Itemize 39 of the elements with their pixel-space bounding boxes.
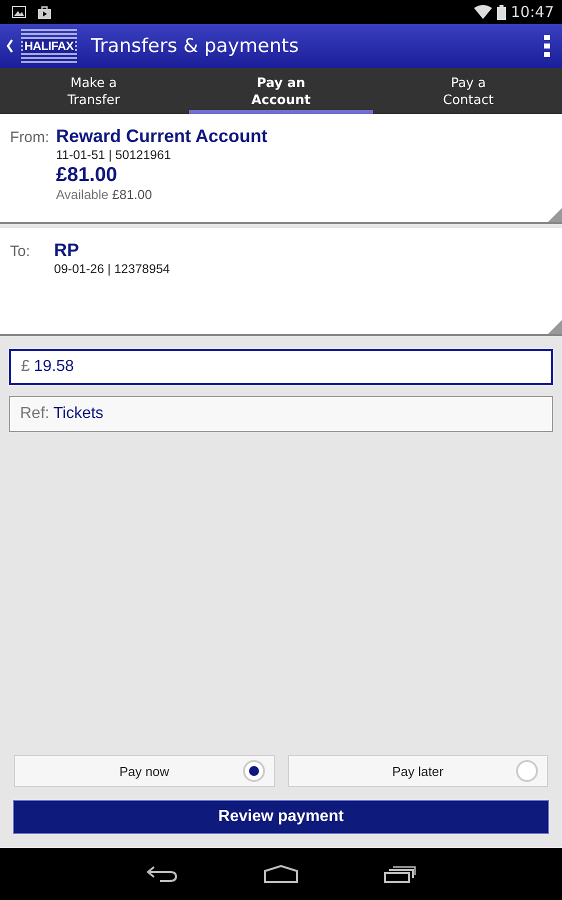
- tab[interactable]: Pay a Contact: [376, 68, 560, 114]
- review-payment-button[interactable]: Review payment: [13, 800, 549, 834]
- wifi-icon: [474, 5, 492, 19]
- back-chevron-icon: [6, 39, 13, 53]
- account-name: Reward Current Account: [56, 126, 268, 147]
- account-balance: £81.00: [56, 164, 118, 187]
- payee-name: RP: [54, 240, 80, 261]
- battery-icon: [496, 4, 506, 20]
- clock-time: 10:47: [510, 3, 554, 21]
- recent-apps-icon[interactable]: [384, 865, 416, 883]
- radio-button[interactable]: [242, 760, 264, 782]
- payee-card[interactable]: To: RP 09-01-26 | 12378954: [0, 228, 562, 336]
- from-label: From:: [10, 128, 50, 148]
- currency-symbol: £: [21, 358, 30, 376]
- option-label: Pay now: [119, 764, 170, 778]
- to-label: To:: [10, 242, 32, 262]
- account-details: 11-01-51 | 50121961: [56, 148, 172, 162]
- screen-title: Transfers & payments: [91, 35, 300, 57]
- corner-triangle-icon: [548, 320, 562, 334]
- available-label: Available: [56, 187, 109, 202]
- overflow-menu-icon[interactable]: [544, 35, 550, 57]
- payee-details: 09-01-26 | 12378954: [54, 262, 170, 276]
- radio-button[interactable]: [516, 760, 538, 782]
- corner-triangle-icon: [548, 208, 562, 222]
- tab[interactable]: Make a Transfer: [2, 68, 186, 114]
- payment-timing-option[interactable]: Pay later: [288, 755, 548, 787]
- reference-input[interactable]: Tickets: [53, 405, 542, 423]
- home-icon[interactable]: [264, 865, 298, 883]
- amount-field[interactable]: £ 19.58: [9, 349, 553, 385]
- from-account-card[interactable]: From: Reward Current Account 11-01-51 | 50121961 £81.00 Available £81.00: [0, 114, 562, 224]
- reference-field[interactable]: Ref: Tickets: [9, 396, 553, 432]
- image-icon: [12, 6, 26, 18]
- amount-input[interactable]: 19.58: [34, 358, 541, 376]
- payment-timing-option[interactable]: Pay now: [14, 755, 274, 787]
- available-amount: £81.00: [112, 187, 152, 202]
- option-label: Pay later: [392, 764, 444, 778]
- back-icon[interactable]: [146, 865, 178, 883]
- shopping-bag-icon: [37, 4, 52, 20]
- reference-label: Ref:: [20, 405, 50, 423]
